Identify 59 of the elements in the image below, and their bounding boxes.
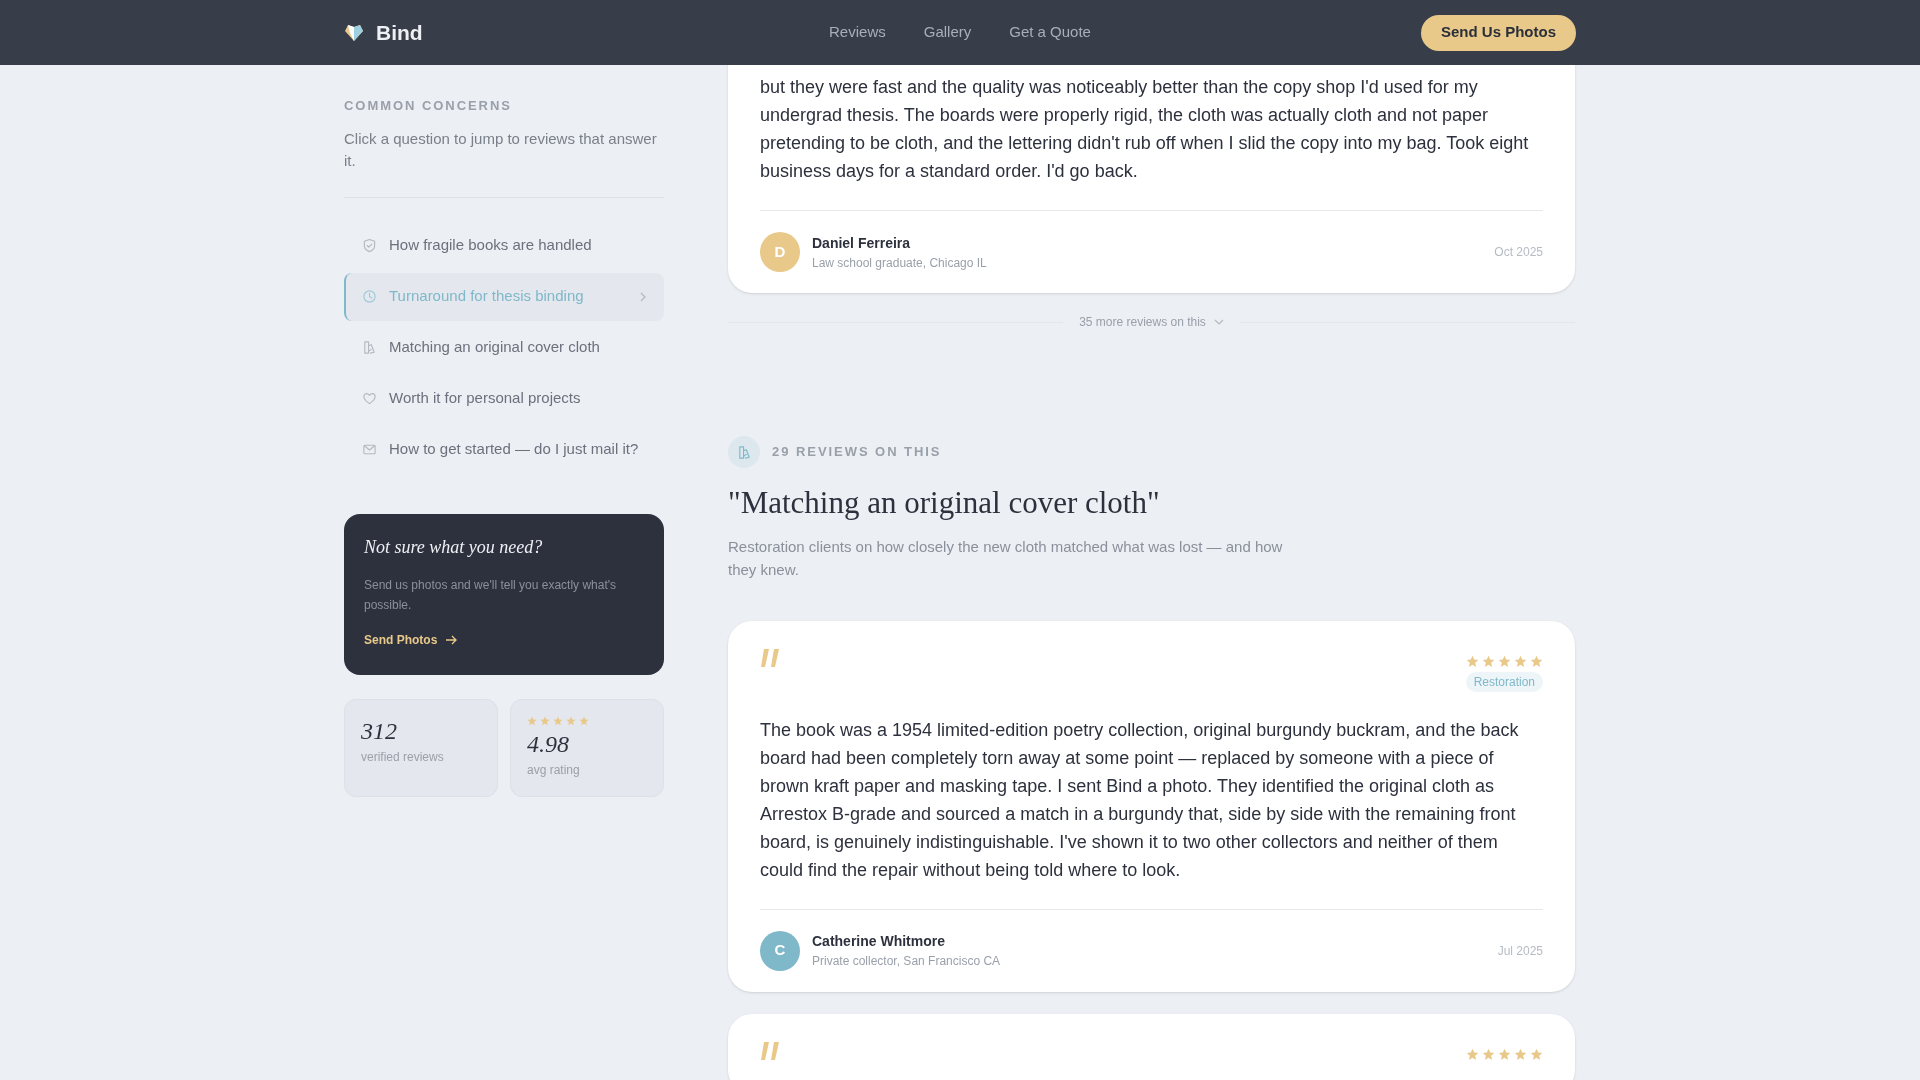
star-icon (527, 715, 537, 726)
nav-link[interactable]: Reviews (829, 21, 886, 44)
stat-label: verified reviews (361, 748, 445, 766)
quote-icon (760, 648, 782, 667)
chevron-icon (638, 290, 648, 303)
author-name: Catherine Whitmore (812, 932, 946, 951)
promo-title: Not sure what you need? (364, 535, 544, 559)
shield-icon (362, 238, 377, 253)
review-date: Oct 2025 (1494, 244, 1543, 261)
star-icon (1466, 1047, 1479, 1061)
nav-link[interactable]: Get a Quote (1009, 21, 1091, 44)
book-icon (736, 444, 752, 460)
brand-name[interactable]: Bind (376, 16, 423, 49)
heart-icon (362, 391, 377, 406)
concern-item[interactable]: Matching an original cover cloth (344, 323, 664, 372)
chevron-icon (1213, 318, 1224, 326)
star-icon (1482, 654, 1495, 668)
review-date: Jul 2025 (1497, 942, 1543, 960)
send-photos-link[interactable]: Send Photos (364, 630, 458, 649)
review-text: The book was a 1954 limited-edition poetry collection, original burgundy buckram, and the back board had been completely torn away at some point — replaced by someone with a piece of brown kraft paper and masking tape. I sent Bind a photo. They identified the original cloth as Arrestox B-grade and sourced a match in a burgundy that, side by side with the remaining front board, is genuinely indistinguishable. I've shown it to two other collectors and neither of them could find the repair without being told where to look. (760, 718, 1520, 882)
star-icon (1514, 654, 1527, 668)
star-icon (1466, 654, 1479, 668)
star-icon (1498, 1047, 1511, 1061)
star-icon (566, 715, 576, 726)
concern-item[interactable]: Worth it for personal projects (344, 374, 664, 423)
avatar: C (760, 930, 800, 971)
section-description: Restoration clients on how closely the new cloth matched what was lost — and how they knew. (728, 536, 1284, 580)
nav-link[interactable]: Gallery (923, 21, 972, 44)
category-tag: Restoration (1465, 671, 1543, 692)
book-icon (362, 340, 377, 355)
mail-icon (362, 442, 377, 457)
star-icon (1530, 654, 1543, 668)
author-role: Private collector, San Francisco CA (812, 953, 1002, 970)
avatar: D (760, 232, 800, 272)
send-photos-button[interactable]: Send Us Photos (1420, 14, 1576, 51)
star-icon (1530, 1047, 1543, 1061)
star-icon (1498, 654, 1511, 668)
section-eyebrow: COMMON CONCERNS (344, 97, 513, 115)
star-icon (579, 715, 589, 726)
quote-icon (760, 1041, 782, 1060)
author-name: Daniel Ferreira (812, 233, 912, 253)
review-text: but they were fast and the quality was noticeably better than the copy shop I'd used for my undergrad thesis. The boards were properly rigid, the cloth was actually cloth and not paper pretending to be cloth, and the lettering didn't rub off when I slid the copy into my bag. Took eight business days for a standard order. I'd go back. (760, 76, 1530, 183)
section-title: "Matching an original cover cloth" (728, 484, 1161, 522)
logo-icon (344, 23, 364, 42)
star-icon (540, 715, 550, 726)
star-icon (1482, 1047, 1495, 1061)
stat-label: avg rating (527, 761, 581, 779)
star-icon (553, 715, 563, 726)
arrow-icon (445, 634, 458, 645)
clock-icon (362, 289, 377, 304)
author-role: Law school graduate, Chicago IL (812, 254, 988, 272)
stat-value: 4.98 (527, 729, 570, 759)
review-count: 29 REVIEWS ON THIS (772, 443, 942, 462)
concern-item[interactable]: How fragile books are handled (344, 221, 664, 270)
concern-item[interactable]: How to get started — do I just mail it? (344, 425, 664, 474)
star-icon (1514, 1047, 1527, 1061)
sidebar-intro: Click a question to jump to reviews that answer it. (344, 128, 658, 171)
promo-text: Send us photos and we'll tell you exactly what's possible. (364, 576, 618, 614)
stat-value: 312 (361, 716, 398, 746)
